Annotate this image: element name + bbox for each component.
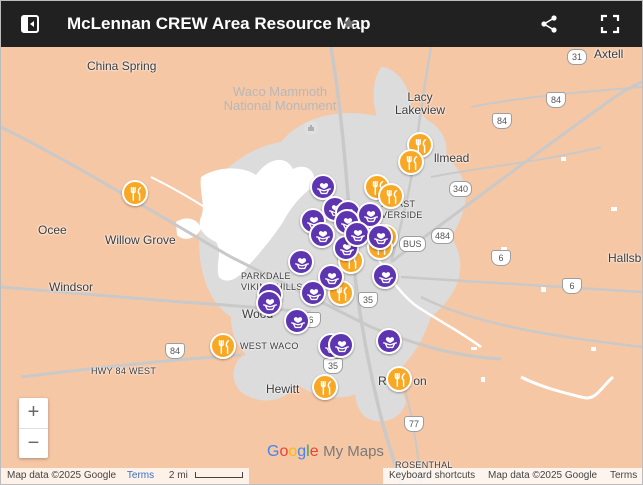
route-shield-6-far-east: 6: [562, 278, 582, 294]
route-shield-77: 77: [404, 416, 424, 432]
terms-link-left[interactable]: Terms: [127, 470, 154, 481]
support-resource-marker[interactable]: [256, 290, 282, 316]
label-ocee: Ocee: [38, 223, 67, 237]
helping-hands-icon: [383, 337, 397, 349]
support-resource-marker[interactable]: [328, 332, 354, 358]
zoom-control: + −: [19, 398, 48, 458]
star-button[interactable]: [341, 14, 357, 32]
fork-knife-icon: [320, 380, 332, 396]
label-hallsburg: Hallsb: [608, 251, 642, 265]
helping-hands-icon: [263, 299, 277, 311]
helping-hands-icon: [335, 341, 349, 353]
fork-knife-icon: [386, 189, 398, 205]
map-embed-frame: McLennan CREW Area Resource Map China Sp…: [0, 0, 643, 485]
fork-knife-icon: [406, 155, 418, 171]
sidebar-toggle-icon: [21, 15, 39, 33]
label-china-spring: China Spring: [87, 59, 157, 73]
monument-icon: [304, 121, 318, 135]
map-canvas[interactable]: China Spring Waco Mammoth National Monum…: [1, 47, 642, 484]
support-resource-marker[interactable]: [309, 222, 335, 248]
keyboard-shortcuts-link[interactable]: Keyboard shortcuts: [389, 468, 475, 484]
helping-hands-icon: [307, 289, 321, 301]
helping-hands-icon: [325, 273, 339, 285]
support-resource-marker[interactable]: [284, 308, 310, 334]
helping-hands-icon: [379, 272, 393, 284]
helping-hands-icon: [295, 258, 309, 270]
label-waco-mammoth: Waco Mammoth National Monument: [223, 84, 337, 113]
support-resource-marker[interactable]: [367, 224, 393, 250]
support-resource-marker[interactable]: [288, 249, 314, 275]
route-shield-84-e: 84: [492, 113, 512, 129]
scale-label: 2 mi: [168, 470, 188, 481]
fork-knife-icon: [394, 372, 406, 388]
attribution-left: Map data ©2025 Google Terms 2 mi: [1, 468, 249, 484]
share-button[interactable]: [538, 13, 560, 35]
scale-bar: [194, 472, 243, 479]
route-shield-340: 340: [449, 181, 473, 197]
label-bellmead: llmead: [434, 151, 470, 165]
support-resource-marker[interactable]: [300, 280, 326, 306]
food-resource-marker[interactable]: [398, 149, 424, 175]
label-axtell: Axtell: [594, 47, 624, 61]
route-shield-bus: BUS: [399, 236, 426, 252]
food-resource-marker[interactable]: [378, 183, 404, 209]
route-shield-6-east: 6: [491, 250, 511, 266]
label-west-waco: WEST WACO: [240, 341, 299, 351]
food-resource-marker[interactable]: [312, 374, 338, 400]
helping-hands-icon: [316, 231, 330, 243]
helping-hands-icon: [291, 317, 305, 329]
fork-knife-icon: [130, 186, 142, 202]
support-resource-marker[interactable]: [376, 328, 402, 354]
route-shield-31: 31: [567, 49, 587, 65]
helping-hands-icon: [351, 230, 365, 242]
fullscreen-icon: [600, 14, 620, 34]
support-resource-marker[interactable]: [372, 263, 398, 289]
label-lacy-lakeview: Lacy Lakeview: [395, 90, 446, 117]
label-willow-grove: Willow Grove: [105, 233, 176, 247]
label-windsor: Windsor: [49, 280, 94, 294]
route-shield-35-south: 35: [323, 358, 343, 374]
label-hewitt: Hewitt: [266, 382, 300, 396]
food-resource-marker[interactable]: [210, 333, 236, 359]
map-data-text-right: Map data ©2025 Google: [488, 470, 598, 481]
google-my-maps-logo: Google My Maps: [267, 443, 384, 460]
map-title: McLennan CREW Area Resource Map: [67, 14, 371, 33]
route-shield-484: 484: [431, 228, 455, 244]
support-resource-marker[interactable]: [344, 221, 370, 247]
terms-link-right[interactable]: Terms: [610, 468, 637, 484]
food-resource-marker[interactable]: [386, 366, 412, 392]
attribution-right: Keyboard shortcuts Map data ©2025 Google…: [383, 468, 642, 484]
route-shield-35-north: 35: [358, 292, 378, 308]
helping-hands-icon: [374, 233, 388, 245]
share-icon: [541, 15, 557, 33]
route-shield-84-west: 84: [165, 343, 185, 359]
route-shield-84-ne: 84: [546, 92, 566, 108]
helping-hands-icon: [364, 211, 378, 223]
zoom-out-button[interactable]: −: [19, 428, 48, 458]
star-icon: [342, 17, 356, 29]
fork-knife-icon: [218, 339, 230, 355]
map-data-text: Map data ©2025 Google: [7, 470, 117, 481]
sidebar-toggle-button[interactable]: [15, 12, 45, 36]
helping-hands-icon: [317, 183, 331, 195]
food-resource-marker[interactable]: [122, 180, 148, 206]
fullscreen-button[interactable]: [599, 13, 621, 35]
zoom-in-button[interactable]: +: [19, 398, 48, 428]
label-hwy-84-west: HWY 84 WEST: [91, 366, 157, 376]
map-header: McLennan CREW Area Resource Map: [1, 1, 642, 47]
